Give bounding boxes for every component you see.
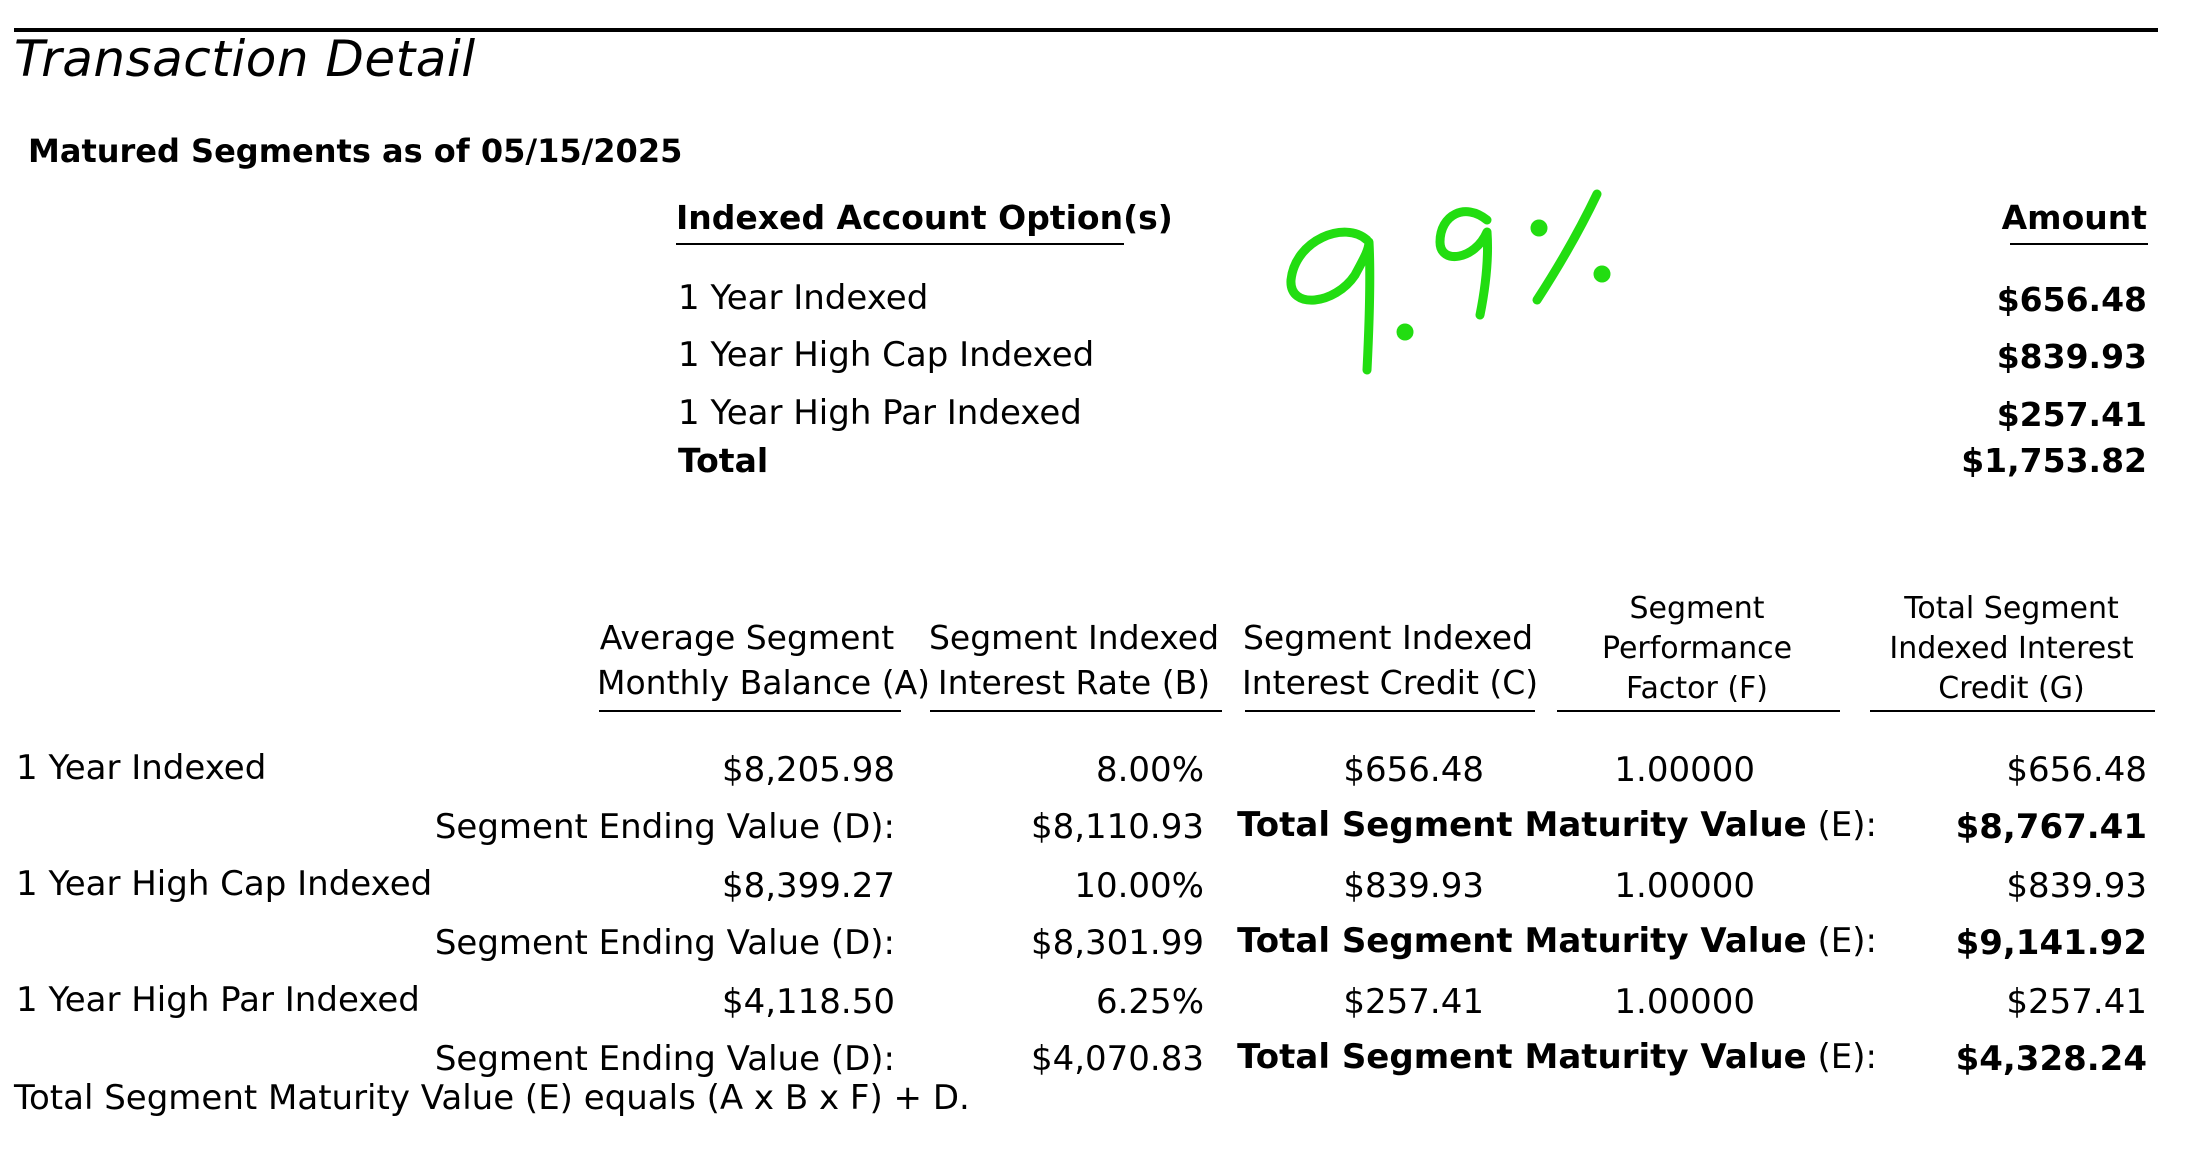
summary-option: 1 Year Indexed <box>678 278 929 318</box>
summary-amount: $257.41 <box>1996 395 2147 434</box>
ending-value-cell: $4,070.83 <box>1030 1039 1204 1079</box>
summary-option: 1 Year High Par Indexed <box>678 393 1082 433</box>
header-line: Segment Indexed <box>928 618 1220 657</box>
column-header-total-credit: Total Segment Indexed Interest Credit (G… <box>1869 589 2154 709</box>
maturity-label-text: Total Segment Maturity Value <box>1237 1037 1807 1077</box>
column-rule <box>930 710 1222 712</box>
transaction-detail-page: Transaction Detail Matured Segments as o… <box>0 0 2191 1156</box>
credit-cell: $839.93 <box>1343 866 1484 906</box>
avg-balance-cell: $8,205.98 <box>721 750 895 790</box>
ending-value-label: Segment Ending Value (D): <box>434 1039 895 1079</box>
header-line: Total Segment <box>1904 591 2119 626</box>
factor-cell: 1.00000 <box>1614 982 1755 1022</box>
amount-header: Amount <box>2001 198 2147 237</box>
maturity-label-text: Total Segment Maturity Value <box>1237 921 1807 961</box>
column-rule <box>1245 710 1535 712</box>
header-line: Factor (F) <box>1625 671 1769 706</box>
header-line: Performance <box>1601 631 1793 666</box>
factor-cell: 1.00000 <box>1614 750 1755 790</box>
column-header-index-rate: Segment Indexed Interest Rate (B) <box>928 615 1220 705</box>
segment-name: 1 Year High Cap Indexed <box>16 864 433 904</box>
credit-cell: $257.41 <box>1343 982 1484 1022</box>
segment-name: 1 Year Indexed <box>16 748 267 788</box>
maturity-label-suffix: (E): <box>1806 805 1877 845</box>
avg-balance-cell: $4,118.50 <box>721 982 895 1022</box>
total-credit-cell: $656.48 <box>2006 750 2147 790</box>
maturity-value-cell: $8,767.41 <box>1955 807 2147 847</box>
credit-cell: $656.48 <box>1343 750 1484 790</box>
header-line: Interest Credit (C) <box>1242 663 1539 702</box>
summary-amount: $839.93 <box>1996 337 2147 376</box>
total-credit-cell: $257.41 <box>2006 982 2147 1022</box>
maturity-label-suffix: (E): <box>1806 1037 1877 1077</box>
total-credit-cell: $839.93 <box>2006 866 2147 906</box>
maturity-value-cell: $4,328.24 <box>1955 1039 2147 1079</box>
maturity-value-cell: $9,141.92 <box>1955 923 2147 963</box>
summary-amount: $656.48 <box>1996 280 2147 319</box>
column-header-index-credit: Segment Indexed Interest Credit (C) <box>1242 615 1539 705</box>
maturity-value-label: Total Segment Maturity Value (E): <box>1237 805 1877 845</box>
ending-value-cell: $8,301.99 <box>1030 923 1204 963</box>
header-line: Segment Indexed <box>1242 618 1534 657</box>
maturity-value-label: Total Segment Maturity Value (E): <box>1237 921 1877 961</box>
ending-value-label: Segment Ending Value (D): <box>434 807 895 847</box>
option-header: Indexed Account Option(s) <box>676 198 1173 237</box>
footnote: Total Segment Maturity Value (E) equals … <box>14 1078 970 1118</box>
header-line: Average Segment <box>599 618 895 657</box>
header-line: Credit (G) <box>1938 671 2085 706</box>
summary-total-label: Total <box>678 441 769 480</box>
maturity-label-suffix: (E): <box>1806 921 1877 961</box>
handwritten-annotation <box>1286 189 1611 375</box>
header-line: Monthly Balance (A) <box>597 663 931 702</box>
column-rule <box>1557 710 1840 712</box>
section-subtitle: Matured Segments as of 05/15/2025 <box>28 132 683 170</box>
amount-header-rule <box>2010 243 2148 245</box>
option-header-rule <box>676 243 1124 245</box>
rate-cell: 6.25% <box>1095 982 1204 1022</box>
summary-option: 1 Year High Cap Indexed <box>678 335 1095 375</box>
maturity-label-text: Total Segment Maturity Value <box>1237 805 1807 845</box>
summary-total-amount: $1,753.82 <box>1961 441 2147 480</box>
page-title: Transaction Detail <box>14 30 476 88</box>
maturity-value-label: Total Segment Maturity Value (E): <box>1237 1037 1877 1077</box>
rate-cell: 10.00% <box>1074 866 1204 906</box>
column-rule <box>599 710 901 712</box>
ending-value-cell: $8,110.93 <box>1030 807 1204 847</box>
header-line: Indexed Interest <box>1889 631 2134 666</box>
column-header-avg-balance: Average Segment Monthly Balance (A) <box>597 615 931 705</box>
rate-cell: 8.00% <box>1095 750 1204 790</box>
header-line: Interest Rate (B) <box>937 663 1211 702</box>
column-rule <box>1870 710 2155 712</box>
segment-name: 1 Year High Par Indexed <box>16 980 420 1020</box>
factor-cell: 1.00000 <box>1614 866 1755 906</box>
header-line: Segment <box>1629 591 1765 626</box>
ending-value-label: Segment Ending Value (D): <box>434 923 895 963</box>
column-header-performance-factor: Segment Performance Factor (F) <box>1556 589 1838 709</box>
avg-balance-cell: $8,399.27 <box>721 866 895 906</box>
